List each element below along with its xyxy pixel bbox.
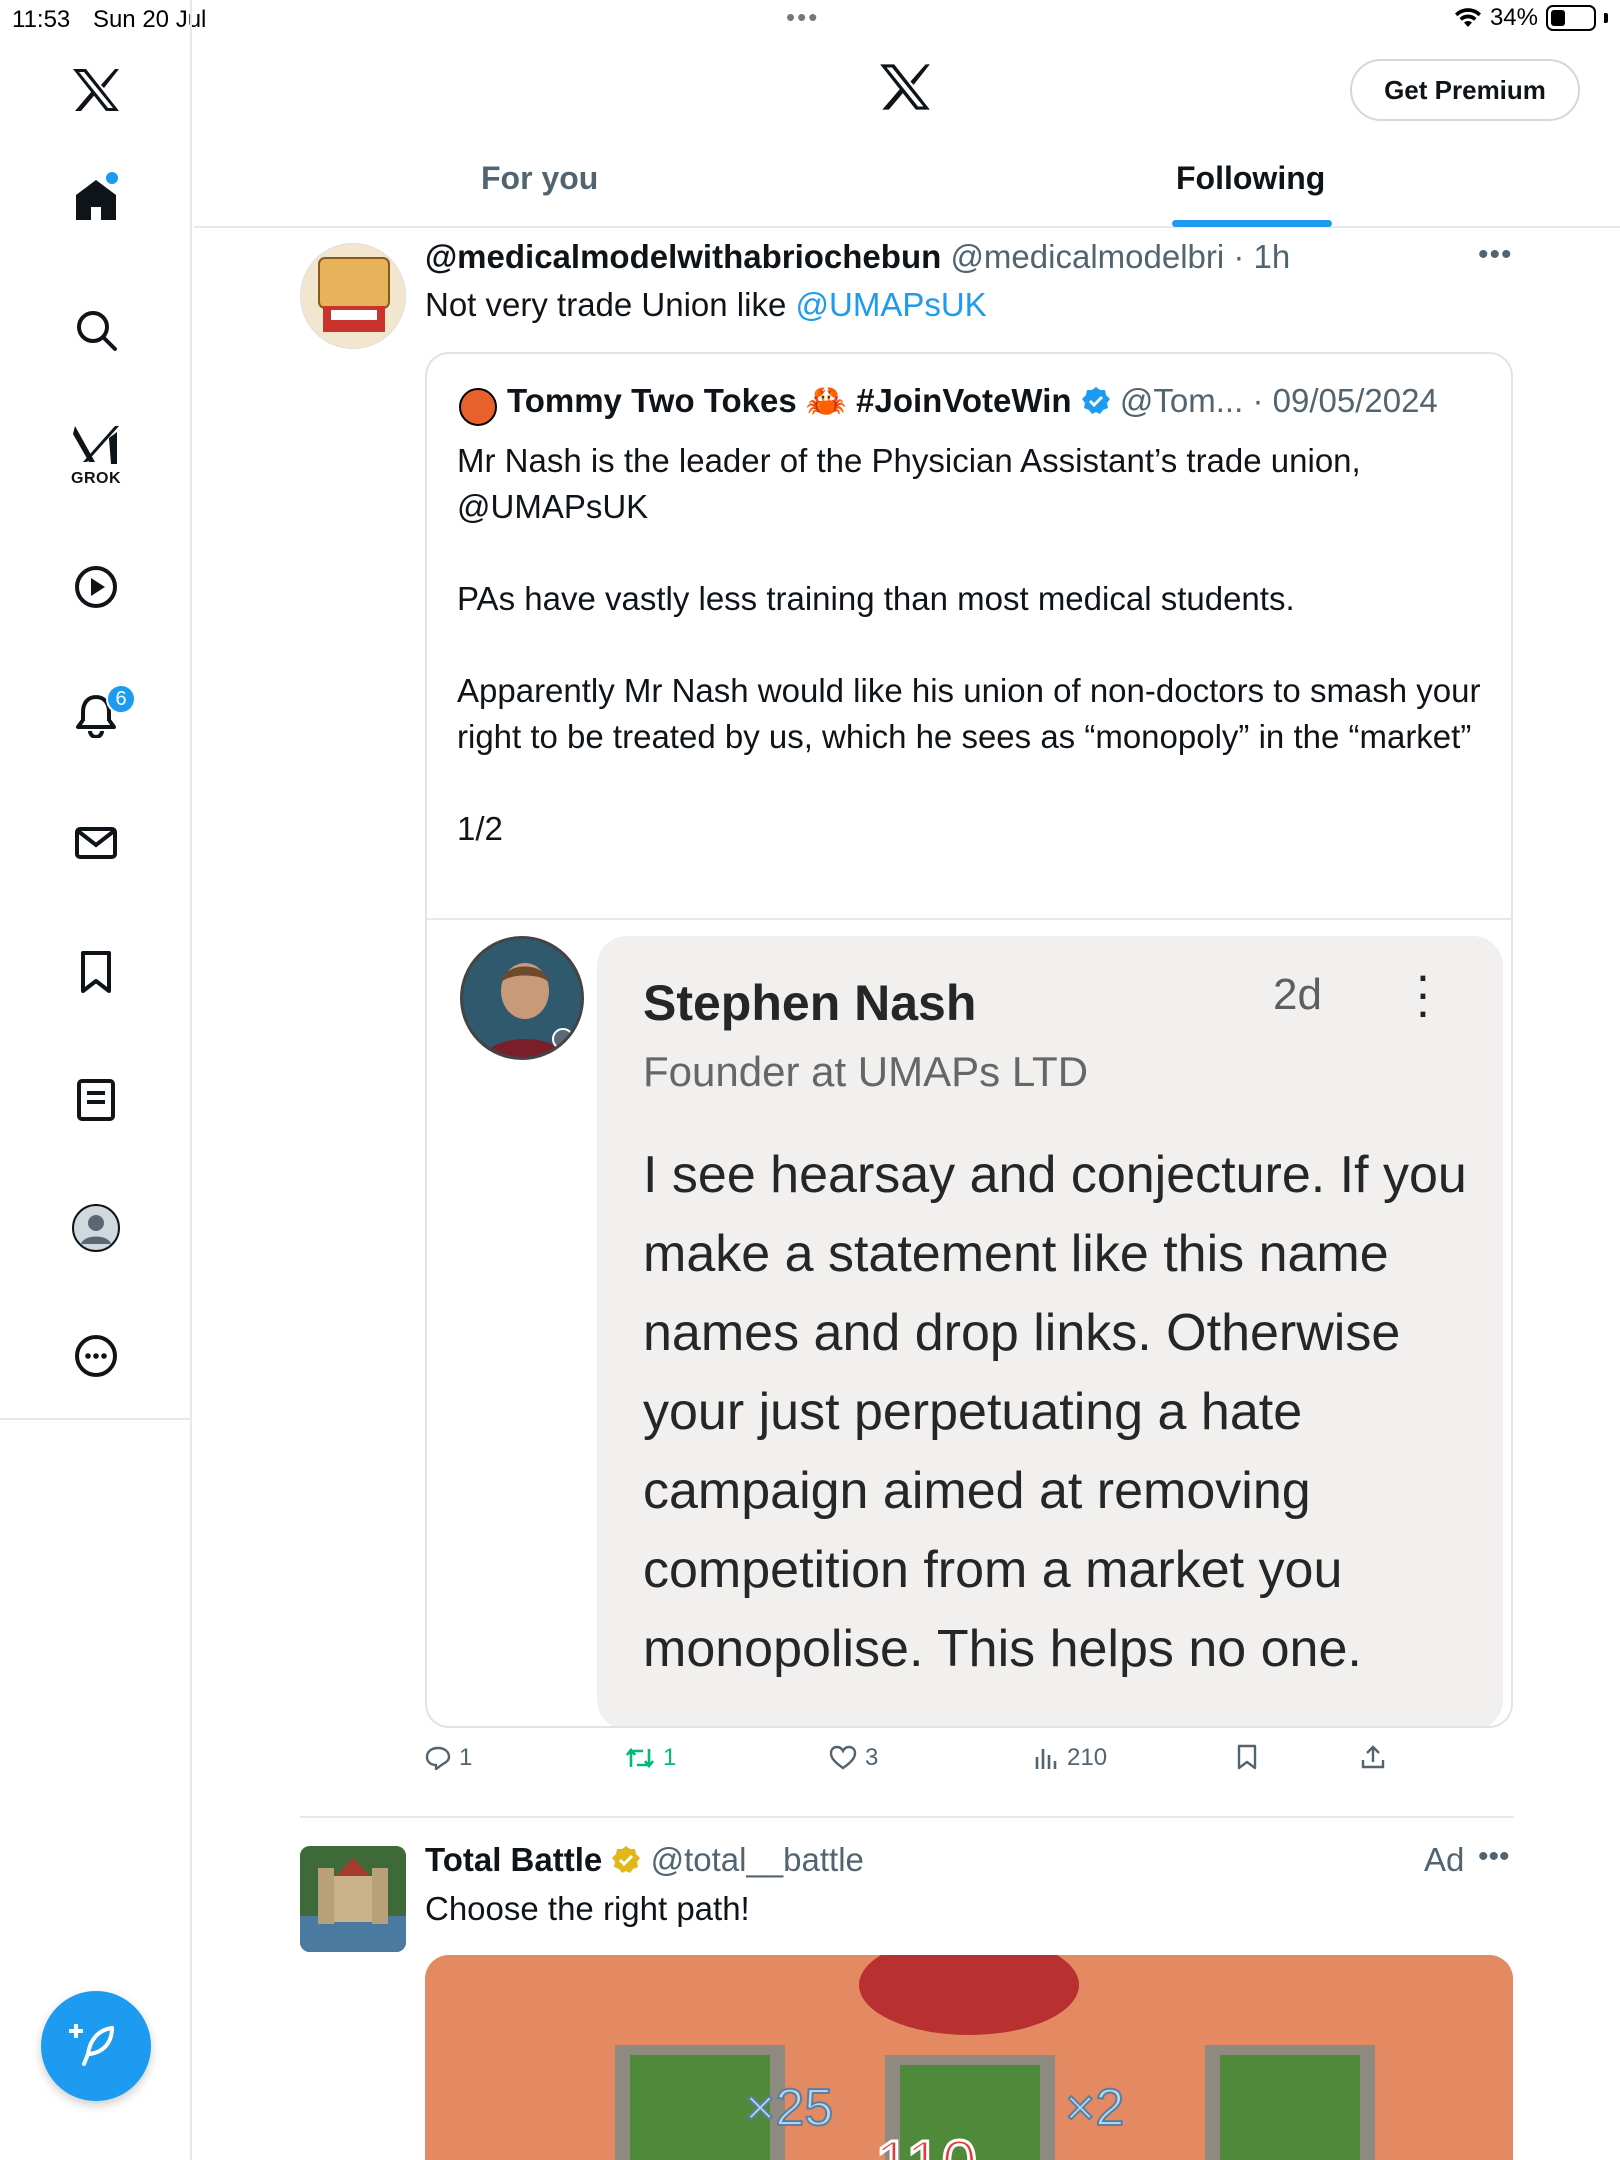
ad-multiplier-2: ×2 [1065,2079,1124,2137]
feed-divider [300,1816,1514,1818]
status-indicators: 34% [1454,4,1608,32]
ad-text: Choose the right path! [425,1890,750,1927]
comment-author-title: Founder at UMAPs LTD [643,1048,1089,1095]
tweet-more-icon[interactable]: ••• [1478,238,1513,272]
like-button[interactable]: 3 [829,1744,878,1772]
views-button[interactable]: 210 [1033,1744,1107,1772]
mail-icon [75,827,117,859]
active-tab-indicator [1172,220,1332,227]
status-bar: 11:53 Sun 20 Jul ••• 34% [0,0,1620,40]
quoted-tweet-header: Tommy Two Tokes 🦀 #JoinVoteWin @Tom... ·… [507,382,1438,419]
crab-emoji: 🦀 [805,382,847,419]
tweet-text: Not very trade Union like @UMAPsUK [425,286,987,324]
ad-more-icon[interactable]: ••• [1478,1840,1510,1874]
ad-author-avatar[interactable] [300,1846,406,1952]
search-icon [77,311,117,351]
ad-header: Total Battle @total__battle [425,1841,864,1879]
bookmark-button[interactable] [1235,1744,1259,1770]
compose-feather-icon [69,2024,114,2066]
sidebar-divider [0,1418,192,1420]
quoted-tweet-text: Mr Nash is the leader of the Physician A… [457,438,1487,898]
sidebar-item-profile[interactable] [0,1178,192,1278]
get-premium-button[interactable]: Get Premium [1350,59,1580,121]
heart-icon [829,1745,857,1770]
linkedin-comment-card: Stephen Nash 2d · · · Founder at UMAPs LTD… [597,936,1503,1726]
multitask-dots[interactable]: ••• [786,2,819,33]
x-logo-header-icon[interactable] [878,62,932,117]
ad-author-name[interactable]: Total Battle [425,1841,602,1878]
ad-number: 110 [875,2127,977,2160]
comment-body: I see hearsay and conjecture. If you mak… [643,1146,1467,1678]
sidebar-item-notifications[interactable] [0,665,192,765]
battery-icon [1546,5,1596,31]
sidebar-item-bookmarks[interactable] [0,922,192,1022]
repost-icon [625,1747,655,1769]
reply-icon [425,1746,451,1771]
repost-button[interactable]: 1 [625,1744,676,1772]
quoted-author-name-tag[interactable]: #JoinVoteWin [856,382,1071,419]
quoted-paragraph: Mr Nash is the leader of the Physician A… [457,442,1361,525]
quoted-paragraph: PAs have vastly less training than most … [457,580,1295,617]
tweet-actions: 1 1 3 210 [425,1744,1525,1784]
tweet-text-body: Not very trade Union like [425,286,796,323]
play-icon [75,566,117,608]
quoted-author-handle[interactable]: @Tom... [1120,382,1243,419]
quoted-tweet-image[interactable]: Stephen Nash 2d · · · Founder at UMAPs LTD… [427,920,1511,1726]
like-count: 3 [865,1744,879,1771]
quoted-paragraph: Apparently Mr Nash would like his union … [457,672,1481,755]
battery-percent: 34% [1489,4,1538,31]
tweet-mention-link[interactable]: @UMAPsUK [796,286,987,323]
tab-following[interactable]: Following [1176,160,1325,197]
sidebar-item-search[interactable] [0,280,192,380]
quoted-author-avatar[interactable] [459,388,497,426]
tweet-author-avatar[interactable] [300,243,406,349]
bookmark-icon [81,951,111,993]
ad-multiplier-1: ×25 [745,2079,833,2137]
compose-button[interactable] [41,1991,151,2101]
tweet-author-handle[interactable]: @medicalmodelbri [950,238,1224,275]
list-icon [77,1079,115,1121]
sidebar-item-lists[interactable] [0,1050,192,1150]
grok-label: GROK [71,470,121,487]
quoted-author-name[interactable]: Tommy Two Tokes [507,382,797,419]
comment-more-icon: · · · [1414,947,1432,1039]
verified-badge-icon [1081,387,1110,414]
tweet-author-name[interactable]: @medicalmodelwithabriochebun [425,238,941,275]
reply-count: 1 [459,1744,473,1771]
repost-count: 1 [663,1744,677,1771]
sidebar-item-home[interactable] [0,150,192,250]
tab-for-you[interactable]: For you [481,160,598,197]
view-count: 210 [1067,1744,1108,1771]
sidebar-item-more[interactable] [0,1306,192,1406]
sidebar-item-grok[interactable]: GROK [0,405,192,505]
gold-verified-badge-icon [612,1846,641,1873]
more-circle-icon [75,1335,117,1377]
x-logo-icon[interactable] [0,40,192,140]
wifi-icon [1454,8,1481,27]
home-unread-dot [106,172,118,184]
bookmark-icon [1237,1744,1257,1770]
ad-media-image[interactable]: ×25 ×2 110 [425,1955,1513,2160]
feed-tabs: For you Following [194,150,1620,228]
reply-button[interactable]: 1 [425,1744,472,1772]
sidebar-item-video[interactable] [0,537,192,637]
ad-author-handle[interactable]: @total__battle [651,1841,864,1878]
quoted-tweet-date[interactable]: 09/05/2024 [1273,382,1438,419]
quoted-tweet[interactable]: Tommy Two Tokes 🦀 #JoinVoteWin @Tom... ·… [425,352,1513,1728]
ad-label: Ad [1424,1841,1465,1878]
notifications-badge: 6 [106,684,136,714]
sidebar: GROK 6 [0,0,192,2160]
sidebar-item-messages[interactable] [0,793,192,893]
comment-time: 2d [1273,970,1322,1019]
comment-author-name: Stephen Nash [643,975,977,1031]
grok-icon [73,426,119,464]
views-chart-icon [1035,1749,1057,1769]
avatar-icon [72,1204,120,1252]
quoted-paragraph: 1/2 [457,810,503,847]
tweet-time[interactable]: 1h [1254,238,1291,275]
share-button[interactable] [1360,1744,1386,1770]
stephen-nash-avatar [460,936,584,1060]
share-icon [1361,1745,1385,1769]
tweet-header: @medicalmodelwithabriochebun @medicalmod… [425,238,1291,275]
